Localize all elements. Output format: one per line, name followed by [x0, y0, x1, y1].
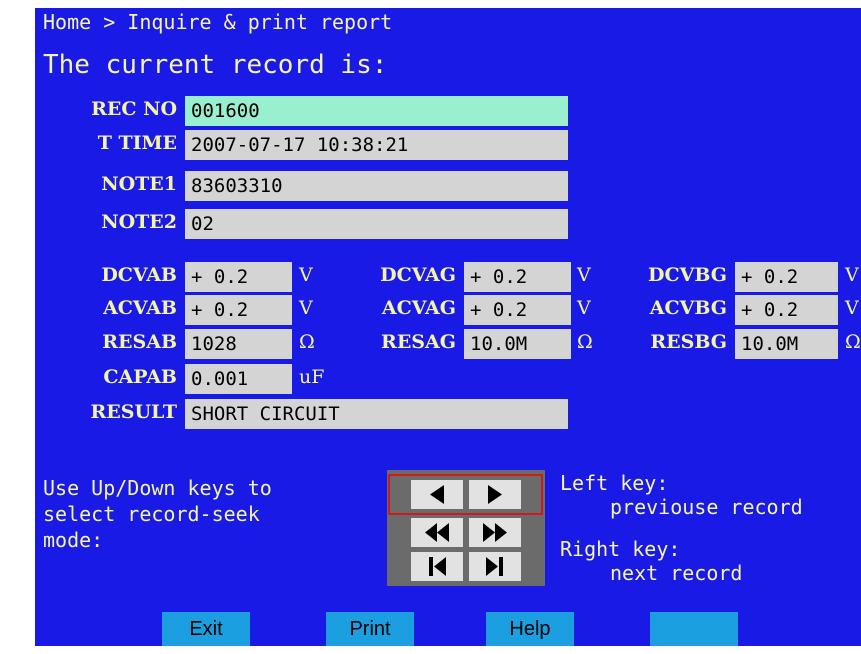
- left-key-label: Left key:: [560, 471, 669, 495]
- blank-function-key[interactable]: [650, 612, 738, 646]
- right-key-desc: next record: [610, 561, 743, 585]
- acvbg-unit: V: [845, 297, 859, 319]
- dcvag-field[interactable]: + 0.2: [464, 262, 571, 292]
- acvag-unit: V: [577, 297, 591, 319]
- resag-label: RESAG: [381, 331, 456, 353]
- acvag-field[interactable]: + 0.2: [464, 295, 571, 325]
- capab-field[interactable]: 0.001: [185, 364, 292, 394]
- acvab-field[interactable]: + 0.2: [185, 295, 292, 325]
- right-key-label: Right key:: [560, 537, 681, 561]
- first-record-button[interactable]: [411, 552, 463, 581]
- resag-unit: Ω: [577, 331, 593, 353]
- acvbg-field[interactable]: + 0.2: [735, 295, 838, 325]
- result-label: RESULT: [90, 401, 177, 423]
- capab-unit: uF: [299, 366, 325, 388]
- fast-forward-icon: [483, 523, 507, 542]
- last-record-button[interactable]: [469, 552, 521, 581]
- help-line-2: select record-seek: [43, 502, 260, 526]
- resbg-label: RESBG: [650, 331, 727, 353]
- dcvab-field[interactable]: + 0.2: [185, 262, 292, 292]
- dcvag-unit: V: [577, 264, 591, 286]
- resab-field[interactable]: 1028: [185, 329, 292, 359]
- dcvab-label: DCVAB: [101, 264, 177, 286]
- rewind-icon: [425, 523, 449, 542]
- breadcrumb: Home > Inquire & print report: [43, 10, 393, 34]
- dcvbg-field[interactable]: + 0.2: [735, 262, 838, 292]
- exit-button[interactable]: Exit: [162, 612, 250, 646]
- rec-no-field[interactable]: 001600: [185, 96, 568, 126]
- dcvab-unit: V: [299, 264, 313, 286]
- rec-no-label: REC NO: [91, 98, 177, 120]
- rewind-button[interactable]: [411, 518, 463, 547]
- result-field[interactable]: SHORT CIRCUIT: [185, 399, 568, 429]
- acvag-label: ACVAG: [381, 297, 456, 319]
- t-time-field[interactable]: 2007-07-17 10:38:21: [185, 130, 568, 160]
- fast-forward-button[interactable]: [469, 518, 521, 547]
- dcvag-label: DCVAG: [380, 264, 456, 286]
- current-record-title: The current record is:: [43, 50, 388, 80]
- note1-label: NOTE1: [101, 173, 177, 195]
- resbg-unit: Ω: [845, 331, 861, 353]
- dcvbg-unit: V: [845, 264, 859, 286]
- dcvbg-label: DCVBG: [648, 264, 727, 286]
- resab-label: RESAB: [102, 331, 177, 353]
- note2-field[interactable]: 02: [185, 209, 568, 239]
- left-key-desc: previouse record: [610, 495, 803, 519]
- seek-mode-selection-highlight: [388, 474, 543, 515]
- t-time-label: T TIME: [97, 132, 177, 154]
- first-record-icon: [429, 557, 446, 576]
- capab-label: CAPAB: [103, 366, 177, 388]
- resab-unit: Ω: [299, 331, 315, 353]
- note2-label: NOTE2: [101, 211, 177, 233]
- last-record-icon: [486, 557, 503, 576]
- print-button[interactable]: Print: [326, 612, 414, 646]
- note1-field[interactable]: 83603310: [185, 171, 568, 201]
- help-button[interactable]: Help: [486, 612, 574, 646]
- acvbg-label: ACVBG: [649, 297, 727, 319]
- resbg-field[interactable]: 10.0M: [735, 329, 838, 359]
- acvab-label: ACVAB: [103, 297, 177, 319]
- help-line-3: mode:: [43, 528, 104, 552]
- resag-field[interactable]: 10.0M: [464, 329, 571, 359]
- acvab-unit: V: [299, 297, 313, 319]
- report-screen: Home > Inquire & print report The curren…: [35, 8, 861, 646]
- help-line-1: Use Up/Down keys to: [43, 476, 272, 500]
